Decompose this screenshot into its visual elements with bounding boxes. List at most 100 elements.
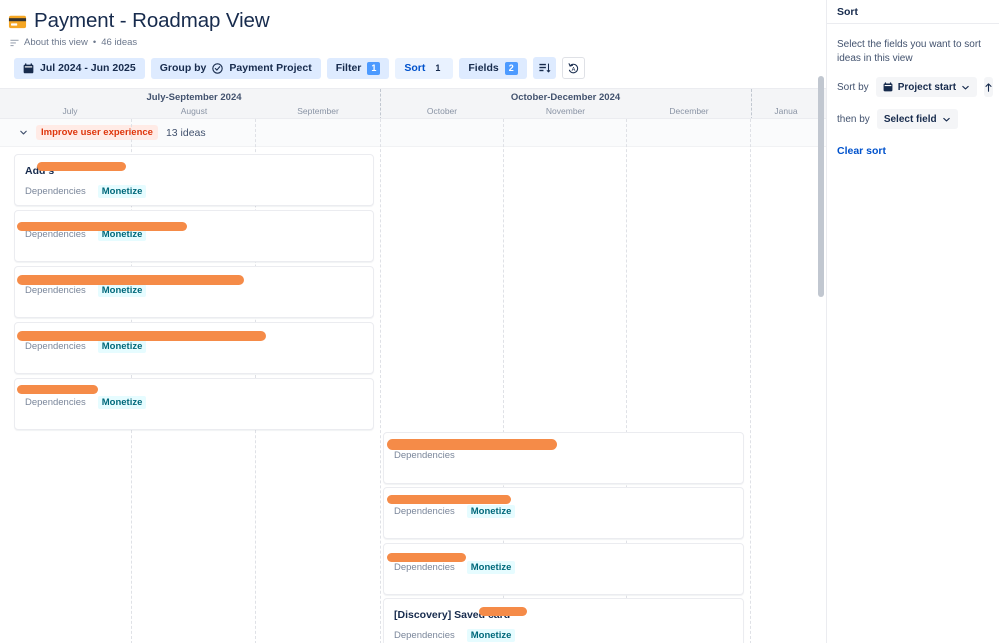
card-title (384, 433, 743, 443)
quarter-label: October-December 2024 (380, 92, 751, 103)
filter-button[interactable]: Filter 1 (327, 58, 390, 79)
sort-button[interactable]: Sort 1 (395, 58, 453, 79)
chevron-down-icon (942, 115, 951, 124)
card-title: Add s (15, 155, 373, 178)
sort-by-value: Project start (898, 82, 956, 93)
month-label: July (8, 106, 132, 116)
card-tag-monetize: Monetize (98, 396, 147, 409)
card-title (15, 267, 373, 277)
arrow-up-icon (984, 82, 993, 93)
card-tag-dependencies: Dependencies (25, 186, 86, 197)
card-tags: Dependencies (384, 443, 743, 471)
roadmap-card[interactable]: Dependencies (383, 432, 744, 484)
date-range-label: Jul 2024 - Jun 2025 (40, 62, 136, 74)
subtitle-separator: • (93, 37, 96, 48)
roadmap-card[interactable]: [Discovery] Saved cardDependenciesMoneti… (383, 598, 744, 643)
group-header-row[interactable]: Improve user experience 13 ideas (0, 119, 826, 147)
auto-rotate-icon-button[interactable]: A (562, 57, 585, 79)
month-label: October (380, 106, 504, 116)
month-label: December (627, 106, 751, 116)
view-subtitle: About this view • 46 ideas (0, 33, 826, 48)
card-tag-dependencies: Dependencies (25, 341, 86, 352)
roadmap-card[interactable]: DependenciesMonetize (383, 487, 744, 539)
card-tags: DependenciesMonetize (15, 178, 373, 206)
month-label: Janua (751, 106, 821, 116)
sidebar-description: Select the fields you want to sort ideas… (837, 38, 989, 65)
fields-button[interactable]: Fields 2 (459, 58, 526, 79)
auto-rotate-icon: A (567, 62, 580, 75)
svg-text:A: A (571, 66, 575, 72)
chevron-down-icon[interactable] (18, 128, 28, 138)
roadmap-card[interactable]: DependenciesMonetize (14, 210, 374, 262)
card-title (384, 544, 743, 554)
card-tag-dependencies: Dependencies (25, 397, 86, 408)
chevron-down-icon (961, 83, 970, 92)
grid-line (380, 119, 381, 643)
sort-by-label: Sort by (837, 82, 869, 93)
quarter-separator (751, 89, 752, 119)
sort-sidebar: Sort Select the fields you want to sort … (826, 0, 999, 643)
filter-count-badge: 1 (367, 62, 380, 75)
card-tag-dependencies: Dependencies (394, 450, 455, 461)
month-label: August (132, 106, 256, 116)
sort-label: Sort (404, 62, 425, 74)
roadmap-card[interactable]: DependenciesMonetize (383, 543, 744, 595)
card-tag-dependencies: Dependencies (394, 630, 455, 641)
grid-line (750, 119, 751, 643)
sort-count-badge: 1 (431, 62, 444, 75)
card-title (15, 323, 373, 333)
roadmap-grid: Improve user experience 13 ideas Add sDe… (0, 119, 826, 643)
group-by-value: Payment Project (229, 62, 311, 74)
roadmap-card[interactable]: Add sDependenciesMonetize (14, 154, 374, 206)
month-label: November (504, 106, 627, 116)
card-tag-monetize: Monetize (98, 284, 147, 297)
title-row: Payment - Roadmap View (0, 0, 826, 33)
sidebar-body: Select the fields you want to sort ideas… (827, 24, 999, 159)
vertical-scrollbar[interactable] (817, 76, 826, 643)
group-by-button[interactable]: Group by Payment Project (151, 58, 321, 79)
group-by-label: Group by (160, 62, 207, 74)
list-settings-icon-button[interactable] (533, 57, 556, 79)
description-lines-icon (10, 38, 19, 47)
card-tags: DependenciesMonetize (15, 277, 373, 307)
date-range-button[interactable]: Jul 2024 - Jun 2025 (14, 58, 145, 79)
main-panel: Payment - Roadmap View About this view •… (0, 0, 826, 643)
roadmap-card[interactable]: DependenciesMonetize (14, 266, 374, 318)
card-tags: DependenciesMonetize (384, 622, 743, 643)
then-by-select[interactable]: Select field (877, 109, 958, 129)
card-tags: DependenciesMonetize (384, 554, 743, 584)
fields-label: Fields (468, 62, 498, 74)
calendar-icon (23, 63, 34, 74)
target-circle-icon (212, 63, 223, 74)
month-label: September (256, 106, 380, 116)
card-title (384, 488, 743, 498)
card-tag-monetize: Monetize (98, 340, 147, 353)
card-tag-monetize: Monetize (467, 561, 516, 574)
group-name-tag: Improve user experience (36, 125, 158, 140)
vertical-scrollbar-thumb[interactable] (818, 76, 824, 297)
card-title (15, 379, 373, 389)
then-by-label: then by (837, 114, 870, 125)
clear-sort-button[interactable]: Clear sort (837, 145, 886, 157)
card-title: [Discovery] Saved card (384, 599, 743, 622)
payment-card-icon (8, 12, 27, 31)
fields-count-badge: 2 (505, 62, 518, 75)
card-tags: DependenciesMonetize (384, 498, 743, 528)
then-by-value: Select field (884, 114, 937, 125)
calendar-icon (883, 82, 893, 92)
quarter-label: July-September 2024 (8, 92, 380, 103)
about-this-view-link[interactable]: About this view (24, 37, 88, 48)
card-tag-dependencies: Dependencies (25, 229, 86, 240)
roadmap-card[interactable]: Dependencies Monetize (14, 322, 374, 374)
sort-by-select[interactable]: Project start (876, 77, 977, 97)
ideas-count: 46 ideas (101, 37, 137, 48)
card-tags: Dependencies Monetize (15, 333, 373, 363)
sort-direction-button[interactable] (984, 77, 993, 97)
filter-label: Filter (336, 62, 362, 74)
quarter-separator (380, 89, 381, 119)
then-by-row: then by Select field (837, 109, 989, 129)
group-idea-count: 13 ideas (166, 127, 206, 139)
card-tag-monetize: Monetize (467, 505, 516, 518)
card-tags: Dependencies Monetize (15, 389, 373, 419)
roadmap-card[interactable]: Dependencies Monetize (14, 378, 374, 430)
